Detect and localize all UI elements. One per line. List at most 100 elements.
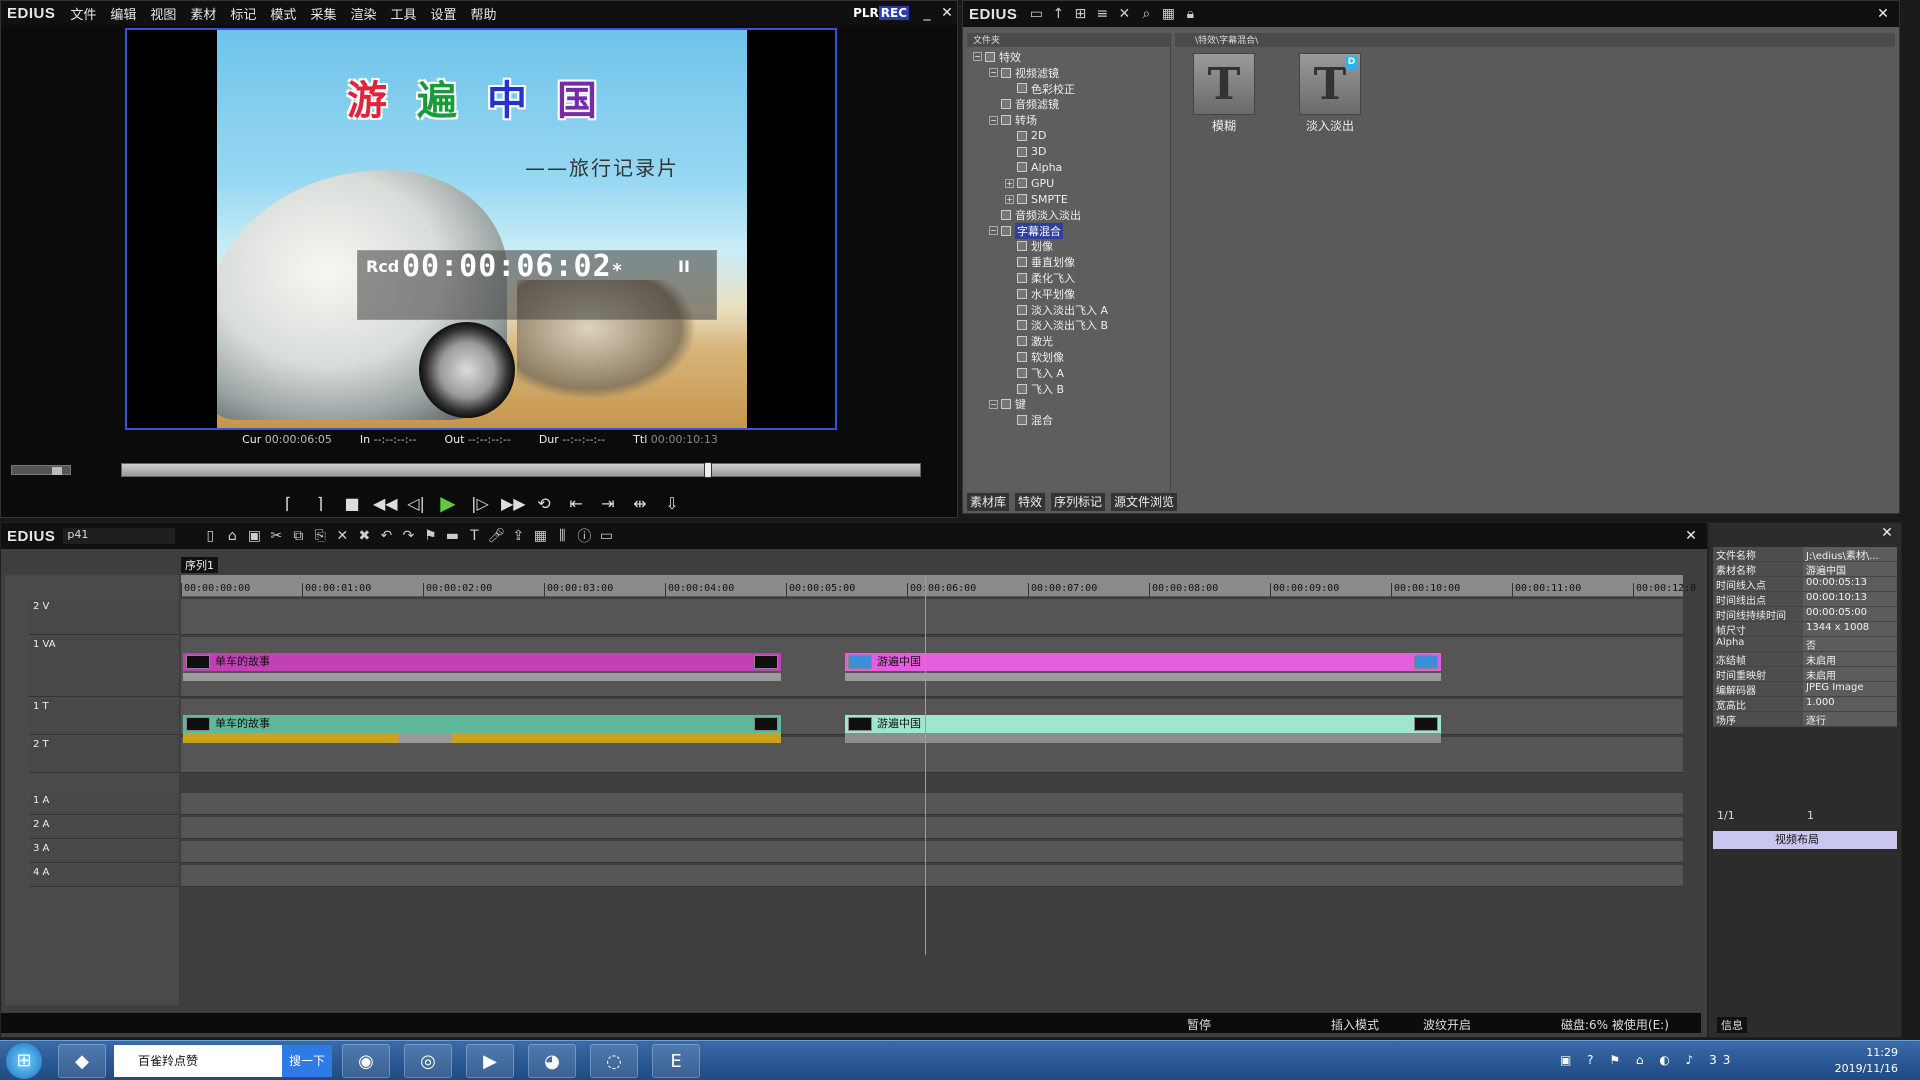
replace-icon[interactable]: ⇹ [629, 494, 651, 513]
chat-app-icon[interactable]: ◌ [590, 1044, 638, 1078]
audio-clip-bar[interactable] [845, 673, 1441, 681]
add-clip-icon[interactable]: ⊞ [1069, 6, 1091, 22]
track-lane-4a[interactable] [181, 865, 1683, 887]
position-slider[interactable] [121, 462, 921, 478]
media-app-icon[interactable]: ▶ [466, 1044, 514, 1078]
export-icon[interactable]: ⇩ [661, 494, 683, 513]
tree-node[interactable]: 淡入淡出飞入 A [967, 302, 1170, 318]
view-icon[interactable]: ▦ [1157, 6, 1179, 22]
timeline-ruler[interactable]: 00:00:00:00 00:00:01:00 00:00:02:00 00:00:0… [181, 575, 1696, 597]
copy-icon[interactable]: ⧉ [287, 528, 309, 544]
open-project-icon[interactable]: ⌂ [221, 528, 243, 544]
title-mix-bar[interactable] [183, 733, 781, 743]
tab-source-browser[interactable]: 源文件浏览 [1111, 493, 1178, 511]
tree-node[interactable]: − 转场 [967, 112, 1170, 128]
position-handle[interactable] [704, 462, 712, 478]
ripple-delete-icon[interactable]: ✖ [353, 528, 375, 544]
search-icon[interactable]: ⌕ [1135, 6, 1157, 22]
minimize-icon[interactable]: _ [917, 5, 937, 21]
up-folder-icon[interactable]: ↑ [1047, 6, 1069, 22]
tab-info[interactable]: 信息 [1717, 1017, 1747, 1033]
tree-node[interactable]: + SMPTE [967, 191, 1170, 207]
menu-help[interactable]: 帮助 [464, 4, 504, 23]
step-back-icon[interactable]: ◁| [405, 494, 427, 513]
taskbar-app-icon[interactable]: ◆ [58, 1044, 106, 1078]
track-header-4a[interactable]: 4 A [29, 865, 179, 887]
menu-capture[interactable]: 采集 [303, 4, 343, 23]
menu-view[interactable]: 视图 [143, 4, 183, 23]
track-header-2t[interactable]: 2 T [29, 737, 179, 773]
tree-node[interactable]: 3D [967, 144, 1170, 160]
menu-tools[interactable]: 工具 [383, 4, 423, 23]
tree-node[interactable]: Alpha [967, 160, 1170, 176]
status-ripple[interactable]: 波纹开启 [1423, 1016, 1471, 1033]
folder-icon[interactable]: ▭ [1025, 6, 1047, 22]
taskbar-search-button[interactable]: 搜一下 [282, 1045, 332, 1077]
track-header-3a[interactable]: 3 A [29, 841, 179, 863]
tab-sequence-markers[interactable]: 序列标记 [1051, 493, 1106, 511]
tree-node[interactable]: 水平划像 [967, 286, 1170, 302]
tree-node[interactable]: 划像 [967, 239, 1170, 255]
redo-icon[interactable]: ↷ [397, 528, 419, 544]
system-tray[interactable]: ▣ ? ⚑ ⌂ ◐ ♪ 33 [1560, 1053, 1736, 1067]
set-out-icon[interactable]: ⌉ [309, 494, 331, 513]
grid-icon[interactable]: ▦ [529, 528, 551, 544]
rec-toggle[interactable]: REC [878, 6, 909, 20]
tree-node[interactable]: 飞入 B [967, 381, 1170, 397]
stop-icon[interactable]: ■ [341, 494, 363, 513]
menu-mode[interactable]: 模式 [263, 4, 303, 23]
tree-node[interactable]: 柔化飞入 [967, 270, 1170, 286]
video-monitor[interactable]: 游 遍 中 国 ——旅行记录片 Rcd 00:00:06:02* II [125, 28, 837, 430]
fast-forward-icon[interactable]: ▶▶ [501, 494, 526, 513]
track-lane-3a[interactable] [181, 841, 1683, 863]
tree-node[interactable]: − 键 [967, 397, 1170, 413]
overwrite-icon[interactable]: ⇥ [597, 494, 619, 513]
menu-file[interactable]: 文件 [63, 4, 103, 23]
title-clip[interactable]: 游遍中国 [845, 715, 1441, 733]
sequence-tab[interactable]: 序列1 [181, 557, 218, 573]
shuttle-slider[interactable] [11, 465, 71, 475]
audio-clip-bar[interactable] [183, 673, 781, 681]
tab-effects[interactable]: 特效 [1015, 493, 1046, 511]
render-icon[interactable]: ▬ [441, 528, 463, 544]
insert-icon[interactable]: ⇤ [565, 494, 587, 513]
set-in-icon[interactable]: ⌈ [277, 494, 299, 513]
tree-node[interactable]: 混合 [967, 412, 1170, 428]
sort-icon[interactable]: ≡ [1091, 6, 1113, 22]
timeline-clip[interactable]: 单车的故事 [183, 653, 781, 671]
info-icon[interactable]: ⓘ [573, 526, 595, 546]
menu-settings[interactable]: 设置 [423, 4, 463, 23]
effect-item-fade[interactable]: TD 淡入淡出 [1299, 53, 1361, 134]
plr-toggle[interactable]: PLR [853, 6, 879, 20]
delete-clip-icon[interactable]: ✕ [331, 528, 353, 544]
tree-node[interactable]: 激光 [967, 333, 1170, 349]
close-icon[interactable]: ✕ [937, 5, 957, 21]
tree-node[interactable]: 飞入 A [967, 365, 1170, 381]
status-insert-mode[interactable]: 插入模式 [1331, 1016, 1379, 1033]
marker-icon[interactable]: ⚑ [419, 528, 441, 544]
app-icon[interactable]: ◎ [404, 1044, 452, 1078]
timeline-clip[interactable]: 游遍中国 [845, 653, 1441, 671]
tree-node[interactable]: 色彩校正 [967, 81, 1170, 97]
tree-node[interactable]: 2D [967, 128, 1170, 144]
menu-clip[interactable]: 素材 [183, 4, 223, 23]
color-app-icon[interactable]: ◕ [528, 1044, 576, 1078]
paste-icon[interactable]: ⎘ [309, 528, 331, 544]
step-forward-icon[interactable]: |▷ [469, 494, 491, 513]
microphone-icon[interactable]: 🎤︎ [485, 528, 507, 544]
tree-node[interactable]: 音频滤镜 [967, 96, 1170, 112]
effect-item-blur[interactable]: T 模糊 [1193, 53, 1255, 134]
track-header-1va[interactable]: 1 VA [29, 637, 179, 697]
track-lane-2v[interactable] [181, 599, 1683, 635]
lock-icon[interactable]: 🔒︎ [1179, 6, 1201, 22]
chrome-icon[interactable]: ◉ [342, 1044, 390, 1078]
rewind-icon[interactable]: ◀◀ [373, 494, 398, 513]
title-mix-bar[interactable] [845, 733, 1441, 743]
track-header-2v[interactable]: 2 V [29, 599, 179, 635]
layout-icon[interactable]: ▭ [595, 528, 617, 544]
info-close-icon[interactable]: ✕ [1877, 525, 1897, 541]
tree-node[interactable]: − 视频滤镜 [967, 65, 1170, 81]
delete-icon[interactable]: ✕ [1113, 6, 1135, 22]
tree-node[interactable]: 垂直划像 [967, 254, 1170, 270]
tree-node[interactable]: 淡入淡出飞入 B [967, 318, 1170, 334]
